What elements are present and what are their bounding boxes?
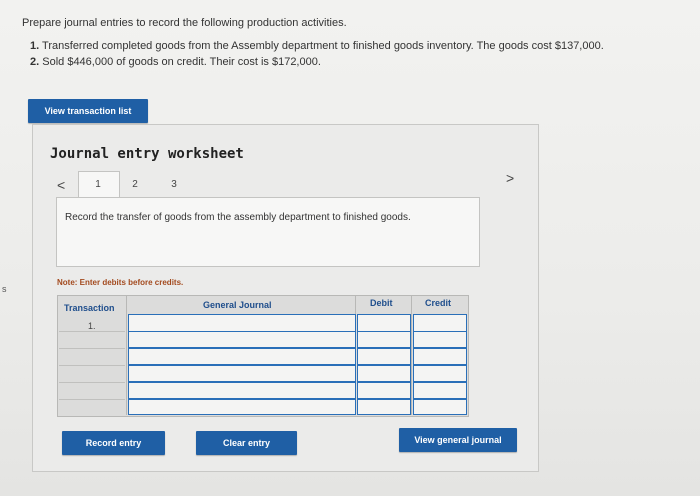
account-input-row-2[interactable]	[128, 331, 356, 348]
view-general-journal-button[interactable]: View general journal	[399, 428, 517, 452]
row-divider	[59, 331, 125, 332]
column-header-debit: Debit	[370, 298, 393, 308]
credit-input-row-3[interactable]	[413, 348, 467, 365]
prompt-text: Record the transfer of goods from the as…	[65, 212, 411, 223]
tab-2[interactable]: 2	[125, 179, 145, 190]
record-entry-button[interactable]: Record entry	[62, 431, 165, 455]
debit-input-row-5[interactable]	[357, 382, 411, 399]
debit-input-row-3[interactable]	[357, 348, 411, 365]
row-divider	[59, 399, 125, 400]
column-divider	[126, 296, 127, 415]
margin-mark: s	[2, 284, 7, 294]
column-divider	[411, 296, 412, 415]
prompt-box	[56, 197, 480, 267]
clear-entry-button[interactable]: Clear entry	[196, 431, 297, 455]
worksheet-title: Journal entry worksheet	[50, 146, 244, 162]
debit-input-row-2[interactable]	[357, 331, 411, 348]
debit-input-row-4[interactable]	[357, 365, 411, 382]
credit-input-row-4[interactable]	[413, 365, 467, 382]
previous-arrow-icon[interactable]: <	[57, 177, 65, 193]
account-input-row-1[interactable]	[128, 314, 356, 332]
step-1-number: 1.	[30, 40, 40, 52]
step-2-text: Sold $446,000 of goods on credit. Their …	[42, 56, 321, 68]
row-divider	[59, 348, 125, 349]
credit-input-row-2[interactable]	[413, 331, 467, 348]
account-input-row-6[interactable]	[128, 399, 356, 415]
credit-input-row-1[interactable]	[413, 314, 467, 332]
transaction-number: 1.	[88, 321, 96, 331]
row-divider	[59, 365, 125, 366]
column-header-credit: Credit	[425, 298, 452, 308]
tab-1[interactable]: 1	[88, 179, 108, 190]
instructions-text: Prepare journal entries to record the fo…	[22, 17, 347, 29]
note-text: Note: Enter debits before credits.	[57, 278, 184, 287]
credit-input-row-6[interactable]	[413, 399, 467, 415]
credit-input-row-5[interactable]	[413, 382, 467, 399]
step-2-number: 2.	[30, 56, 40, 68]
tab-3[interactable]: 3	[164, 179, 184, 190]
step-1: 1. Transferred completed goods from the …	[30, 40, 604, 52]
column-header-general-journal: General Journal	[203, 300, 272, 310]
step-2: 2. Sold $446,000 of goods on credit. The…	[30, 56, 321, 68]
next-arrow-icon[interactable]: >	[506, 170, 514, 186]
debit-input-row-6[interactable]	[357, 399, 411, 415]
debit-input-row-1[interactable]	[357, 314, 411, 332]
account-input-row-3[interactable]	[128, 348, 356, 365]
account-input-row-5[interactable]	[128, 382, 356, 399]
column-header-transaction: Transaction	[64, 303, 115, 313]
view-transaction-list-button[interactable]: View transaction list	[28, 99, 148, 123]
row-divider	[59, 382, 125, 383]
step-1-text: Transferred completed goods from the Ass…	[42, 40, 604, 52]
account-input-row-4[interactable]	[128, 365, 356, 382]
